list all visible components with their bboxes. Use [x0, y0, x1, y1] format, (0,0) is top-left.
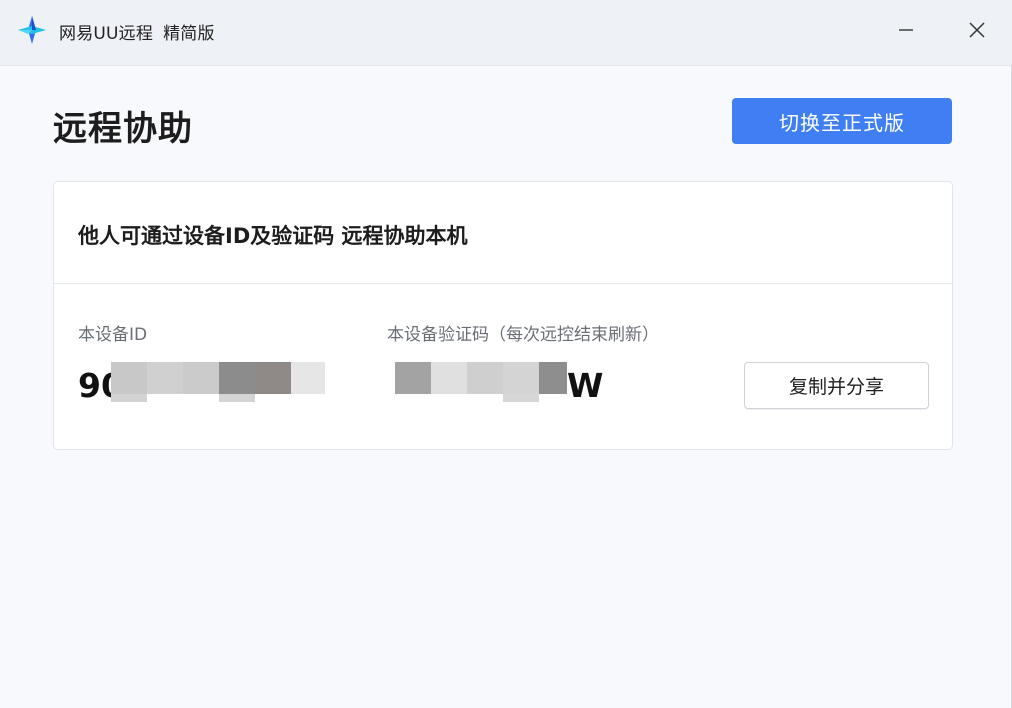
app-name: 网易UU远程 [59, 24, 154, 44]
device-id-value: 90 [78, 362, 328, 406]
copy-and-share-button[interactable]: 复制并分享 [744, 362, 929, 409]
device-id-mosaic [111, 362, 325, 402]
window-title: 网易UU远程 精简版 [59, 19, 215, 44]
device-id-label: 本设备ID [78, 325, 148, 345]
page-title: 远程协助 [53, 109, 193, 149]
verify-code-value: W [395, 362, 615, 406]
title-bar: 网易UU远程 精简版 [0, 0, 1012, 66]
card-heading: 他人可通过设备ID及验证码 远程协助本机 [78, 224, 468, 248]
close-icon [969, 22, 985, 38]
uu-remote-logo-icon [18, 16, 46, 44]
edition-label: 精简版 [163, 24, 215, 44]
app-window: 网易UU远程 精简版 远程协助 切换至正式版 他人可通过设备ID及验证码 远程协助… [0, 0, 1012, 708]
verify-code-suffix: W [567, 366, 604, 405]
minimize-button[interactable] [886, 12, 926, 48]
remote-assist-card: 他人可通过设备ID及验证码 远程协助本机 本设备ID 本设备验证码（每次远控结束… [53, 181, 953, 450]
minimize-icon [899, 29, 913, 31]
switch-to-full-version-button[interactable]: 切换至正式版 [732, 98, 952, 144]
card-header: 他人可通过设备ID及验证码 远程协助本机 [54, 182, 952, 284]
verify-code-label: 本设备验证码（每次远控结束刷新） [387, 325, 659, 345]
verify-code-mosaic [395, 362, 567, 402]
close-button[interactable] [957, 12, 997, 48]
